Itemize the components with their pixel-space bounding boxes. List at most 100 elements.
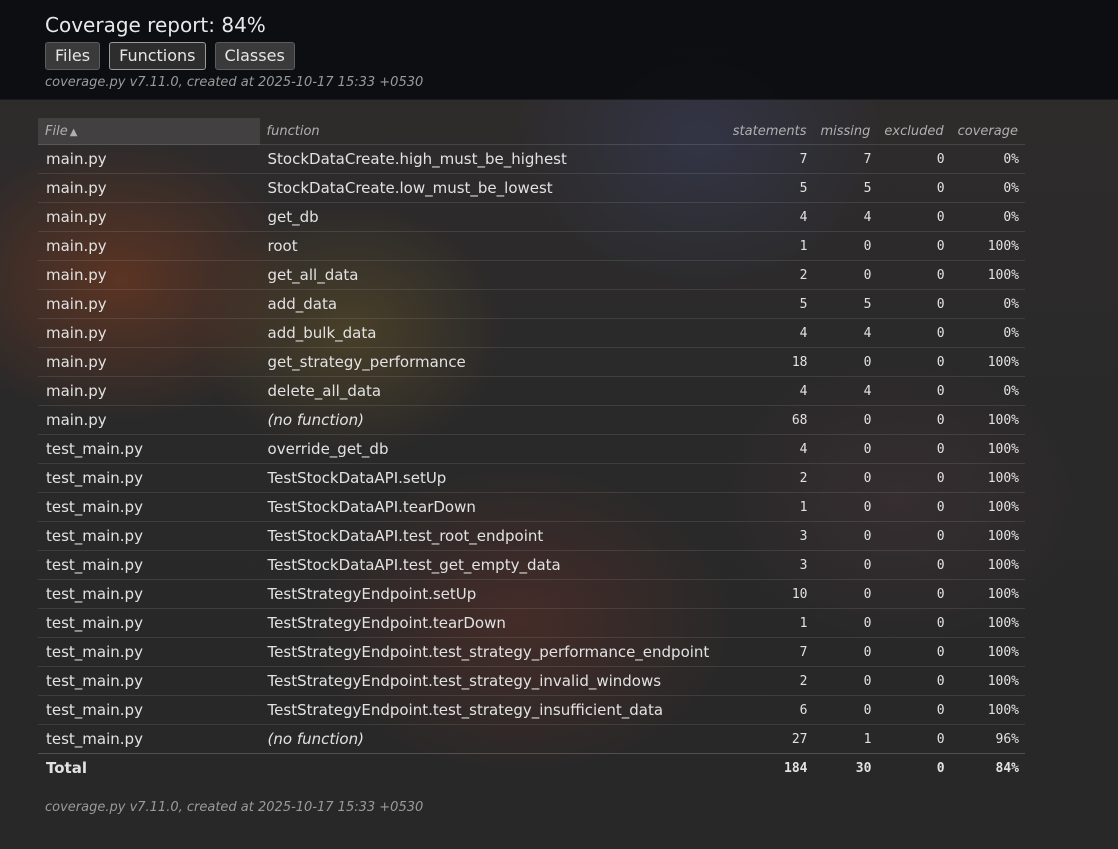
- row-excluded: 0: [877, 463, 951, 493]
- column-header-missing[interactable]: missing: [813, 118, 878, 145]
- row-statements: 1: [717, 231, 814, 261]
- row-missing: 0: [813, 550, 878, 580]
- row-statements: 6: [717, 695, 814, 725]
- row-file-link[interactable]: main.py: [38, 231, 260, 261]
- row-function-link[interactable]: TestStrategyEndpoint.test_strategy_perfo…: [259, 637, 718, 667]
- no-function-label[interactable]: (no function): [268, 411, 364, 429]
- row-coverage: 0%: [950, 144, 1025, 174]
- table-row: test_main.py TestStrategyEndpoint.tearDow…: [38, 608, 1025, 638]
- row-function-link[interactable]: TestStockDataAPI.setUp: [259, 463, 718, 493]
- row-file-link[interactable]: main.py: [38, 173, 260, 203]
- row-coverage: 100%: [950, 231, 1025, 261]
- row-function-link[interactable]: override_get_db: [259, 434, 718, 464]
- report-header: Coverage report: 84% Files Functions Cla…: [0, 0, 1118, 100]
- table-row: main.py (no function) 68 0 0 100%: [38, 405, 1025, 435]
- row-missing: 4: [813, 376, 878, 406]
- row-excluded: 0: [877, 637, 951, 667]
- row-function-link[interactable]: StockDataCreate.high_must_be_highest: [259, 144, 718, 174]
- row-file-link[interactable]: test_main.py: [38, 695, 260, 725]
- row-file-link[interactable]: test_main.py: [38, 637, 260, 667]
- row-statements: 4: [717, 318, 814, 348]
- column-header-file[interactable]: File ▲: [38, 118, 260, 145]
- row-function-link[interactable]: TestStockDataAPI.test_get_empty_data: [259, 550, 718, 580]
- row-missing: 0: [813, 434, 878, 464]
- row-excluded: 0: [877, 318, 951, 348]
- row-statements: 27: [717, 724, 814, 754]
- row-missing: 0: [813, 608, 878, 638]
- row-file-link[interactable]: main.py: [38, 318, 260, 348]
- row-file-link[interactable]: main.py: [38, 347, 260, 377]
- row-function-link[interactable]: TestStrategyEndpoint.test_strategy_inval…: [259, 666, 718, 696]
- row-file-link[interactable]: main.py: [38, 202, 260, 232]
- row-function-link[interactable]: get_all_data: [259, 260, 718, 290]
- report-footer: coverage.py v7.11.0, created at 2025-10-…: [45, 800, 424, 815]
- row-file-link[interactable]: main.py: [38, 144, 260, 174]
- row-coverage: 100%: [950, 260, 1025, 290]
- row-coverage: 0%: [950, 202, 1025, 232]
- row-file-link[interactable]: test_main.py: [38, 666, 260, 696]
- row-function-link[interactable]: get_db: [259, 202, 718, 232]
- row-function-link[interactable]: StockDataCreate.low_must_be_lowest: [259, 173, 718, 203]
- row-missing: 0: [813, 463, 878, 493]
- no-function-label[interactable]: (no function): [268, 730, 364, 748]
- row-function-link[interactable]: delete_all_data: [259, 376, 718, 406]
- row-function-link[interactable]: TestStrategyEndpoint.setUp: [259, 579, 718, 609]
- row-statements: 5: [717, 173, 814, 203]
- column-header-function[interactable]: function: [259, 118, 718, 145]
- row-coverage: 0%: [950, 289, 1025, 319]
- row-excluded: 0: [877, 260, 951, 290]
- tab-functions[interactable]: Functions: [109, 42, 206, 70]
- row-missing: 0: [813, 347, 878, 377]
- column-header-excluded[interactable]: excluded: [877, 118, 951, 145]
- row-file-link[interactable]: test_main.py: [38, 434, 260, 464]
- table-row: test_main.py TestStockDataAPI.test_get_em…: [38, 550, 1025, 580]
- row-file-link[interactable]: test_main.py: [38, 463, 260, 493]
- row-function-link[interactable]: TestStockDataAPI.tearDown: [259, 492, 718, 522]
- row-file-link[interactable]: test_main.py: [38, 579, 260, 609]
- row-coverage: 0%: [950, 376, 1025, 406]
- row-file-link[interactable]: main.py: [38, 405, 260, 435]
- table-row: main.py StockDataCreate.high_must_be_high…: [38, 144, 1025, 174]
- row-file-link[interactable]: test_main.py: [38, 492, 260, 522]
- row-function-link[interactable]: (no function): [259, 405, 718, 435]
- tab-files[interactable]: Files: [45, 42, 101, 70]
- row-coverage: 100%: [950, 579, 1025, 609]
- row-file-link[interactable]: main.py: [38, 260, 260, 290]
- column-header-coverage[interactable]: coverage: [950, 118, 1025, 145]
- row-function-link[interactable]: get_strategy_performance: [259, 347, 718, 377]
- row-statements: 4: [717, 434, 814, 464]
- table-row: main.py root 1 0 0 100%: [38, 231, 1025, 261]
- row-missing: 0: [813, 695, 878, 725]
- row-excluded: 0: [877, 202, 951, 232]
- row-function-link[interactable]: add_bulk_data: [259, 318, 718, 348]
- row-file-link[interactable]: test_main.py: [38, 521, 260, 551]
- row-file-link[interactable]: test_main.py: [38, 550, 260, 580]
- row-coverage: 100%: [950, 434, 1025, 464]
- row-excluded: 0: [877, 405, 951, 435]
- row-file-link[interactable]: test_main.py: [38, 724, 260, 754]
- row-statements: 2: [717, 666, 814, 696]
- row-function-link[interactable]: TestStockDataAPI.test_root_endpoint: [259, 521, 718, 551]
- row-statements: 7: [717, 637, 814, 667]
- view-tabs: Files Functions Classes: [45, 42, 1118, 70]
- coverage-table: File ▲ function statements missing exclud…: [38, 118, 1025, 782]
- table-row: test_main.py TestStrategyEndpoint.test_st…: [38, 637, 1025, 667]
- row-missing: 4: [813, 318, 878, 348]
- column-header-statements[interactable]: statements: [717, 118, 814, 145]
- row-excluded: 0: [877, 144, 951, 174]
- row-file-link[interactable]: test_main.py: [38, 608, 260, 638]
- row-file-link[interactable]: main.py: [38, 289, 260, 319]
- row-function-link[interactable]: TestStrategyEndpoint.test_strategy_insuf…: [259, 695, 718, 725]
- total-function: [260, 754, 718, 783]
- created-info: coverage.py v7.11.0, created at 2025-10-…: [45, 75, 424, 90]
- row-function-link[interactable]: root: [259, 231, 718, 261]
- row-function-link[interactable]: add_data: [259, 289, 718, 319]
- total-row: Total 184 30 0 84%: [38, 754, 1025, 783]
- row-function-link[interactable]: (no function): [259, 724, 718, 754]
- tab-classes[interactable]: Classes: [214, 42, 295, 70]
- table-row: main.py add_bulk_data 4 4 0 0%: [38, 318, 1025, 348]
- row-function-link[interactable]: TestStrategyEndpoint.tearDown: [259, 608, 718, 638]
- row-missing: 0: [813, 579, 878, 609]
- row-statements: 3: [717, 521, 814, 551]
- row-file-link[interactable]: main.py: [38, 376, 260, 406]
